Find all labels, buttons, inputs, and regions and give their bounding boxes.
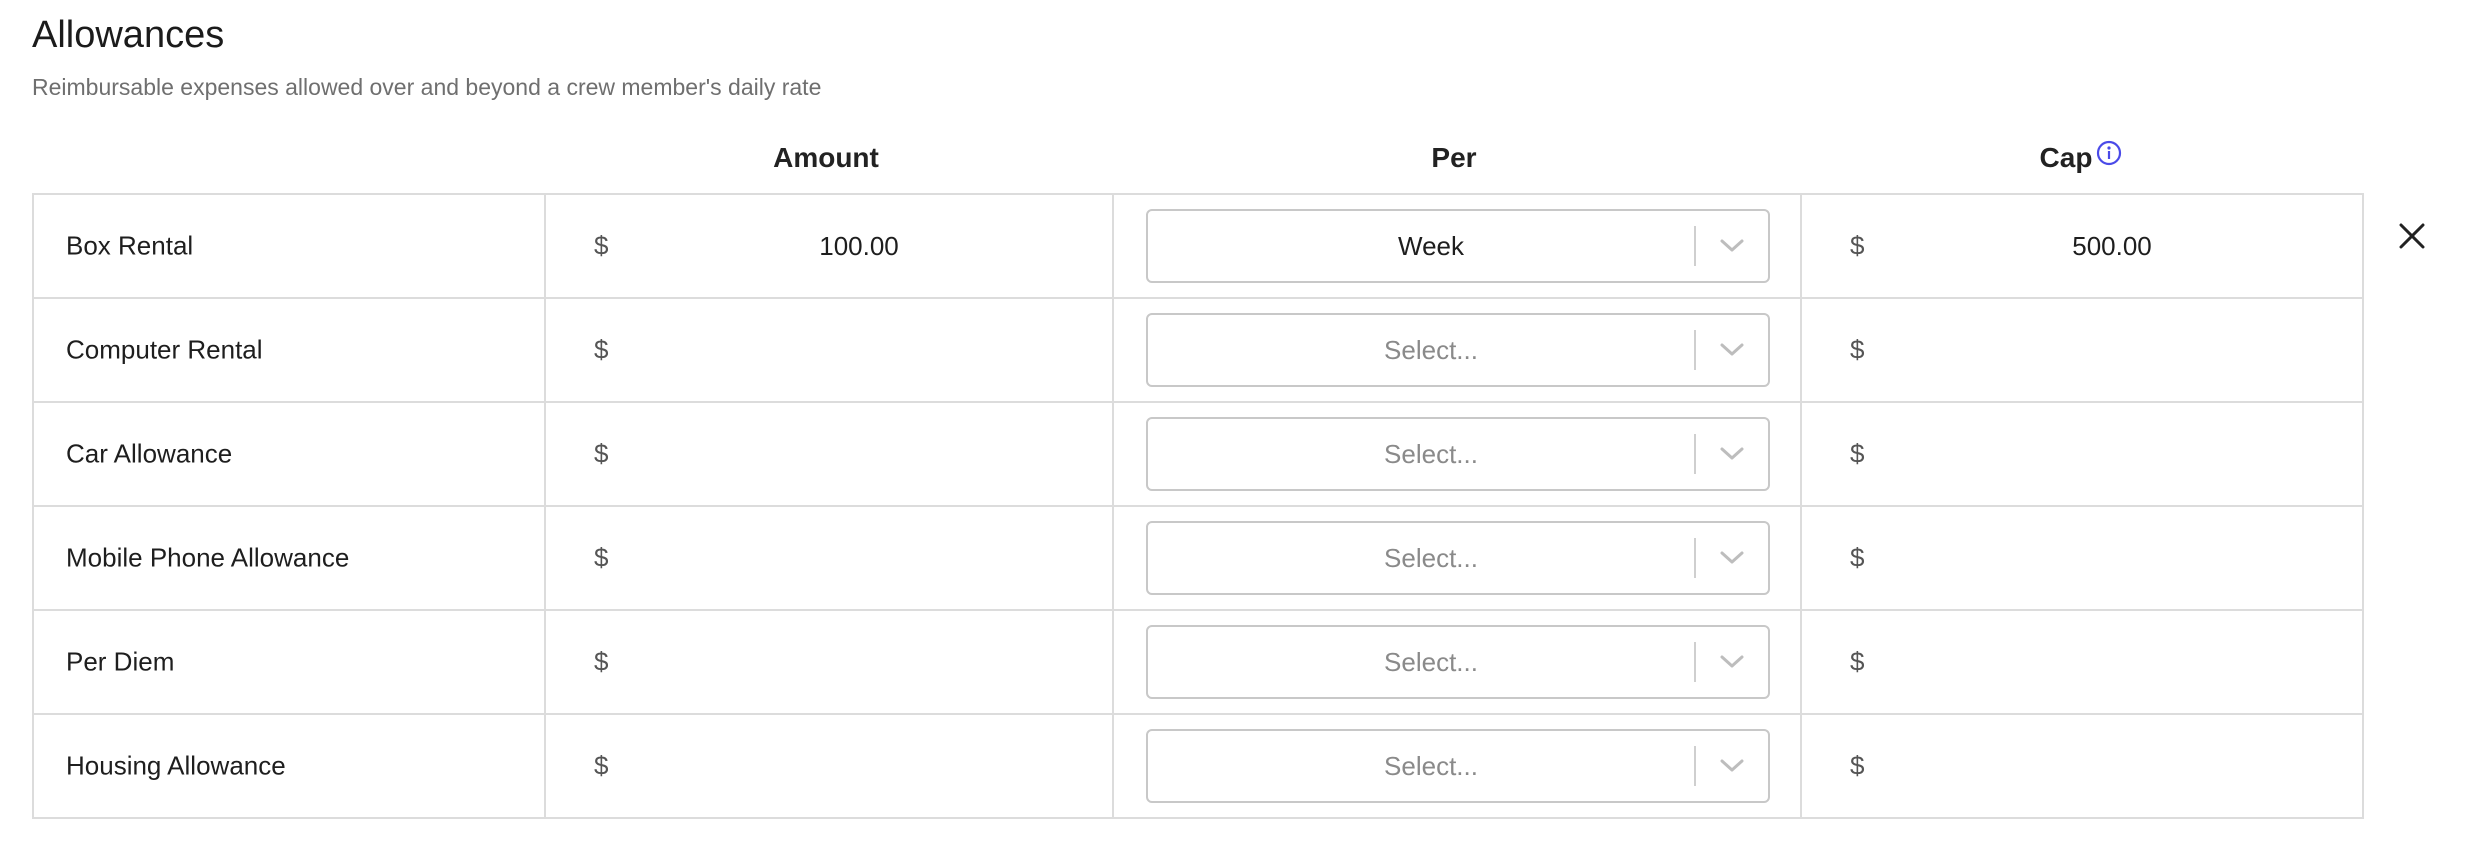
per-cell: Select... <box>1112 403 1800 505</box>
cap-cell: $ <box>1800 299 2362 401</box>
cap-input[interactable] <box>1882 733 2342 799</box>
table-row: Per Diem $ Select... $ <box>34 609 2362 713</box>
cap-input[interactable] <box>1882 421 2342 487</box>
currency-symbol: $ <box>1850 646 1865 677</box>
per-select-value: Week <box>1398 230 1464 261</box>
page-subtitle: Reimbursable expenses allowed over and b… <box>32 74 822 100</box>
currency-symbol: $ <box>594 542 609 573</box>
column-header-amount: Amount <box>773 142 879 173</box>
per-select[interactable]: Select... <box>1146 729 1770 803</box>
per-select-value: Select... <box>1384 750 1478 781</box>
cap-input[interactable] <box>1882 525 2342 591</box>
amount-cell: $ <box>544 195 1112 297</box>
currency-symbol: $ <box>1850 542 1865 573</box>
amount-cell: $ <box>544 507 1112 609</box>
currency-symbol: $ <box>1850 750 1865 781</box>
currency-symbol: $ <box>1850 334 1865 365</box>
per-select-value: Select... <box>1384 334 1478 365</box>
allowances-table: Box Rental $ Week $ Computer Rental $ <box>32 193 2364 819</box>
per-select[interactable]: Week <box>1146 209 1770 283</box>
per-select-value: Select... <box>1384 646 1478 677</box>
allowance-name-cell: Box Rental <box>34 195 544 297</box>
cap-cell: $ <box>1800 715 2362 817</box>
amount-cell: $ <box>544 299 1112 401</box>
amount-cell: $ <box>544 403 1112 505</box>
allowance-name: Per Diem <box>66 646 175 677</box>
chevron-down-icon[interactable] <box>1696 238 1768 254</box>
table-row: Mobile Phone Allowance $ Select... $ <box>34 505 2362 609</box>
currency-symbol: $ <box>594 334 609 365</box>
amount-input[interactable] <box>626 317 1092 383</box>
chevron-down-icon[interactable] <box>1696 446 1768 462</box>
per-cell: Select... <box>1112 611 1800 713</box>
currency-symbol: $ <box>594 230 609 261</box>
amount-input[interactable] <box>626 733 1092 799</box>
per-select-value: Select... <box>1384 542 1478 573</box>
currency-symbol: $ <box>594 646 609 677</box>
allowance-name: Computer Rental <box>66 334 263 365</box>
chevron-down-icon[interactable] <box>1696 550 1768 566</box>
currency-symbol: $ <box>594 750 609 781</box>
per-cell: Week <box>1112 195 1800 297</box>
per-select[interactable]: Select... <box>1146 625 1770 699</box>
table-row: Computer Rental $ Select... $ <box>34 297 2362 401</box>
allowance-name-cell: Computer Rental <box>34 299 544 401</box>
amount-input[interactable] <box>626 213 1092 279</box>
amount-cell: $ <box>544 611 1112 713</box>
allowance-name: Housing Allowance <box>66 750 286 781</box>
chevron-down-icon[interactable] <box>1696 758 1768 774</box>
cap-cell: $ <box>1800 403 2362 505</box>
cap-cell: $ <box>1800 195 2362 297</box>
per-cell: Select... <box>1112 715 1800 817</box>
per-cell: Select... <box>1112 299 1800 401</box>
allowance-name: Car Allowance <box>66 438 233 469</box>
cap-cell: $ <box>1800 507 2362 609</box>
per-select[interactable]: Select... <box>1146 313 1770 387</box>
per-select-value: Select... <box>1384 438 1478 469</box>
close-icon <box>2398 222 2426 255</box>
remove-row-button[interactable] <box>2392 218 2432 258</box>
amount-cell: $ <box>544 715 1112 817</box>
cap-cell: $ <box>1800 611 2362 713</box>
table-row: Box Rental $ Week $ <box>34 195 2362 297</box>
column-header-per: Per <box>1431 142 1477 173</box>
info-icon[interactable] <box>2096 140 2122 173</box>
amount-input[interactable] <box>626 629 1092 695</box>
allowance-name-cell: Per Diem <box>34 611 544 713</box>
allowance-name-cell: Car Allowance <box>34 403 544 505</box>
chevron-down-icon[interactable] <box>1696 342 1768 358</box>
column-header-cap-label: Cap <box>2039 142 2093 173</box>
per-select[interactable]: Select... <box>1146 417 1770 491</box>
per-select[interactable]: Select... <box>1146 521 1770 595</box>
per-cell: Select... <box>1112 507 1800 609</box>
cap-input[interactable] <box>1882 213 2342 279</box>
allowance-name-cell: Housing Allowance <box>34 715 544 817</box>
amount-input[interactable] <box>626 421 1092 487</box>
column-header-cap: Cap <box>1798 140 2364 174</box>
cap-input[interactable] <box>1882 629 2342 695</box>
cap-input[interactable] <box>1882 317 2342 383</box>
allowance-name: Mobile Phone Allowance <box>66 542 350 573</box>
chevron-down-icon[interactable] <box>1696 654 1768 670</box>
currency-symbol: $ <box>1850 438 1865 469</box>
allowance-name-cell: Mobile Phone Allowance <box>34 507 544 609</box>
currency-symbol: $ <box>594 438 609 469</box>
page-title: Allowances <box>32 14 225 56</box>
allowance-name: Box Rental <box>66 230 194 261</box>
table-row: Housing Allowance $ Select... $ <box>34 713 2362 817</box>
table-row: Car Allowance $ Select... $ <box>34 401 2362 505</box>
currency-symbol: $ <box>1850 230 1865 261</box>
amount-input[interactable] <box>626 525 1092 591</box>
